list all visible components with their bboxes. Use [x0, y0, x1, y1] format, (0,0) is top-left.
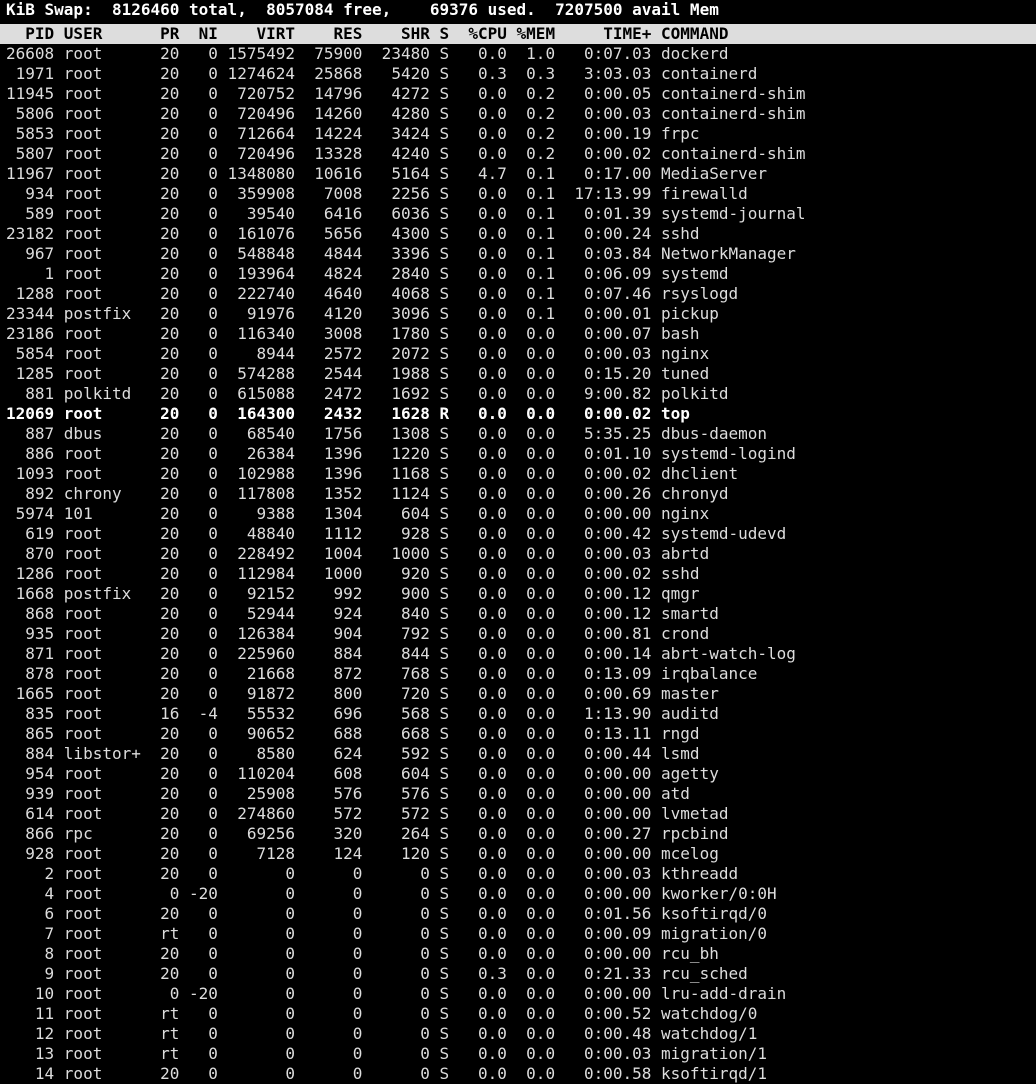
process-row[interactable]: 886 root 20 0 26384 1396 1220 S 0.0 0.0 …	[0, 444, 1036, 464]
process-row[interactable]: 934 root 20 0 359908 7008 2256 S 0.0 0.1…	[0, 184, 1036, 204]
process-row[interactable]: 614 root 20 0 274860 572 572 S 0.0 0.0 0…	[0, 804, 1036, 824]
process-row[interactable]: 11967 root 20 0 1348080 10616 5164 S 4.7…	[0, 164, 1036, 184]
process-row[interactable]: 884 libstor+ 20 0 8580 624 592 S 0.0 0.0…	[0, 744, 1036, 764]
process-row[interactable]: 967 root 20 0 548848 4844 3396 S 0.0 0.1…	[0, 244, 1036, 264]
process-row[interactable]: 1665 root 20 0 91872 800 720 S 0.0 0.0 0…	[0, 684, 1036, 704]
process-row[interactable]: 866 rpc 20 0 69256 320 264 S 0.0 0.0 0:0…	[0, 824, 1036, 844]
process-row[interactable]: 870 root 20 0 228492 1004 1000 S 0.0 0.0…	[0, 544, 1036, 564]
process-row[interactable]: 9 root 20 0 0 0 0 S 0.3 0.0 0:21.33 rcu_…	[0, 964, 1036, 984]
process-row[interactable]: 5806 root 20 0 720496 14260 4280 S 0.0 0…	[0, 104, 1036, 124]
process-row[interactable]: 589 root 20 0 39540 6416 6036 S 0.0 0.1 …	[0, 204, 1036, 224]
process-row[interactable]: 835 root 16 -4 55532 696 568 S 0.0 0.0 1…	[0, 704, 1036, 724]
process-row[interactable]: 5853 root 20 0 712664 14224 3424 S 0.0 0…	[0, 124, 1036, 144]
process-table-header[interactable]: PID USER PR NI VIRT RES SHR S %CPU %MEM …	[0, 24, 1036, 44]
process-row[interactable]: 23182 root 20 0 161076 5656 4300 S 0.0 0…	[0, 224, 1036, 244]
process-row[interactable]: 1668 postfix 20 0 92152 992 900 S 0.0 0.…	[0, 584, 1036, 604]
process-row[interactable]: 5974 101 20 0 9388 1304 604 S 0.0 0.0 0:…	[0, 504, 1036, 524]
process-row[interactable]: 868 root 20 0 52944 924 840 S 0.0 0.0 0:…	[0, 604, 1036, 624]
process-row[interactable]: 23344 postfix 20 0 91976 4120 3096 S 0.0…	[0, 304, 1036, 324]
process-row[interactable]: 878 root 20 0 21668 872 768 S 0.0 0.0 0:…	[0, 664, 1036, 684]
process-row[interactable]: 5807 root 20 0 720496 13328 4240 S 0.0 0…	[0, 144, 1036, 164]
process-row[interactable]: 892 chrony 20 0 117808 1352 1124 S 0.0 0…	[0, 484, 1036, 504]
process-row[interactable]: 7 root rt 0 0 0 0 S 0.0 0.0 0:00.09 migr…	[0, 924, 1036, 944]
process-row[interactable]: 12 root rt 0 0 0 0 S 0.0 0.0 0:00.48 wat…	[0, 1024, 1036, 1044]
process-row[interactable]: 935 root 20 0 126384 904 792 S 0.0 0.0 0…	[0, 624, 1036, 644]
process-row[interactable]: 11945 root 20 0 720752 14796 4272 S 0.0 …	[0, 84, 1036, 104]
process-table-body: 26608 root 20 0 1575492 75900 23480 S 0.…	[0, 44, 1036, 1084]
process-row[interactable]: 14 root 20 0 0 0 0 S 0.0 0.0 0:00.58 kso…	[0, 1064, 1036, 1084]
process-row[interactable]: 1093 root 20 0 102988 1396 1168 S 0.0 0.…	[0, 464, 1036, 484]
process-row[interactable]: 2 root 20 0 0 0 0 S 0.0 0.0 0:00.03 kthr…	[0, 864, 1036, 884]
process-row[interactable]: 26608 root 20 0 1575492 75900 23480 S 0.…	[0, 44, 1036, 64]
process-row[interactable]: 6 root 20 0 0 0 0 S 0.0 0.0 0:01.56 ksof…	[0, 904, 1036, 924]
process-row[interactable]: 13 root rt 0 0 0 0 S 0.0 0.0 0:00.03 mig…	[0, 1044, 1036, 1064]
process-row[interactable]: 939 root 20 0 25908 576 576 S 0.0 0.0 0:…	[0, 784, 1036, 804]
process-row[interactable]: 12069 root 20 0 164300 2432 1628 R 0.0 0…	[0, 404, 1036, 424]
process-row[interactable]: 1288 root 20 0 222740 4640 4068 S 0.0 0.…	[0, 284, 1036, 304]
process-row[interactable]: 865 root 20 0 90652 688 668 S 0.0 0.0 0:…	[0, 724, 1036, 744]
process-row[interactable]: 23186 root 20 0 116340 3008 1780 S 0.0 0…	[0, 324, 1036, 344]
process-row[interactable]: 887 dbus 20 0 68540 1756 1308 S 0.0 0.0 …	[0, 424, 1036, 444]
process-row[interactable]: 11 root rt 0 0 0 0 S 0.0 0.0 0:00.52 wat…	[0, 1004, 1036, 1024]
process-row[interactable]: 871 root 20 0 225960 884 844 S 0.0 0.0 0…	[0, 644, 1036, 664]
process-row[interactable]: 1285 root 20 0 574288 2544 1988 S 0.0 0.…	[0, 364, 1036, 384]
process-row[interactable]: 881 polkitd 20 0 615088 2472 1692 S 0.0 …	[0, 384, 1036, 404]
process-row[interactable]: 928 root 20 0 7128 124 120 S 0.0 0.0 0:0…	[0, 844, 1036, 864]
process-row[interactable]: 4 root 0 -20 0 0 0 S 0.0 0.0 0:00.00 kwo…	[0, 884, 1036, 904]
process-row[interactable]: 1 root 20 0 193964 4824 2840 S 0.0 0.1 0…	[0, 264, 1036, 284]
swap-summary-line: KiB Swap: 8126460 total, 8057084 free, 6…	[0, 0, 1036, 20]
process-row[interactable]: 5854 root 20 0 8944 2572 2072 S 0.0 0.0 …	[0, 344, 1036, 364]
process-row[interactable]: 1971 root 20 0 1274624 25868 5420 S 0.3 …	[0, 64, 1036, 84]
process-row[interactable]: 954 root 20 0 110204 608 604 S 0.0 0.0 0…	[0, 764, 1036, 784]
process-row[interactable]: 10 root 0 -20 0 0 0 S 0.0 0.0 0:00.00 lr…	[0, 984, 1036, 1004]
process-row[interactable]: 619 root 20 0 48840 1112 928 S 0.0 0.0 0…	[0, 524, 1036, 544]
process-row[interactable]: 8 root 20 0 0 0 0 S 0.0 0.0 0:00.00 rcu_…	[0, 944, 1036, 964]
process-row[interactable]: 1286 root 20 0 112984 1000 920 S 0.0 0.0…	[0, 564, 1036, 584]
